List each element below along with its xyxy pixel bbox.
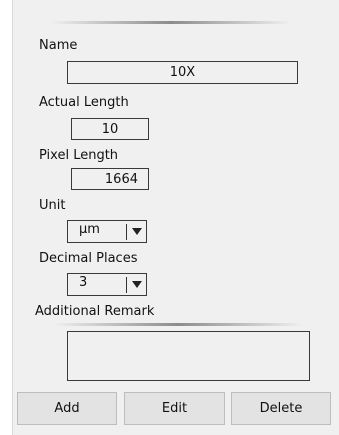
- top-divider: [51, 21, 291, 24]
- unit-value: μm: [79, 222, 100, 237]
- actual-length-label: Actual Length: [39, 95, 129, 110]
- remark-divider: [53, 323, 303, 326]
- name-input[interactable]: 10X: [67, 61, 298, 84]
- decimal-places-value: 3: [79, 275, 88, 290]
- additional-remark-label: Additional Remark: [35, 304, 155, 319]
- chevron-down-icon[interactable]: [132, 281, 142, 288]
- select-separator: [126, 277, 127, 293]
- unit-label: Unit: [39, 198, 66, 213]
- select-separator: [126, 224, 127, 240]
- actual-length-input[interactable]: 10: [71, 118, 149, 140]
- name-label: Name: [39, 38, 78, 53]
- edit-button[interactable]: Edit: [124, 392, 225, 425]
- chevron-down-icon[interactable]: [132, 228, 142, 235]
- pixel-length-input[interactable]: 1664: [71, 168, 149, 190]
- add-button[interactable]: Add: [17, 392, 117, 425]
- additional-remark-textarea[interactable]: [67, 331, 310, 381]
- decimal-places-label: Decimal Places: [39, 251, 138, 266]
- pixel-length-label: Pixel Length: [39, 148, 119, 163]
- scale-settings-panel: Name 10X Actual Length 10 Pixel Length 1…: [12, 0, 339, 435]
- delete-button[interactable]: Delete: [231, 392, 331, 425]
- decimal-places-select[interactable]: 3: [67, 273, 147, 296]
- unit-select[interactable]: μm: [67, 220, 147, 243]
